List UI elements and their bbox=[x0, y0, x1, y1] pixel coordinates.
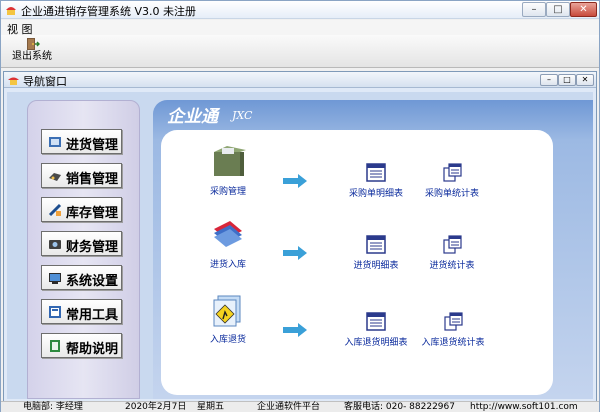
report-detail-icon bbox=[366, 235, 386, 254]
navigation-window-title: 导航窗口 bbox=[23, 75, 67, 88]
nav-inventory-button[interactable]: 库存管理 bbox=[41, 197, 122, 222]
help-icon bbox=[50, 340, 60, 352]
navigation-client-area: 进货管理 销售管理 库存管理 财务管理 系统设置 常用工具 帮助说明 企业通 J… bbox=[7, 92, 593, 399]
status-bar: 电脑部: 李经理 2020年2月7日 星期五 企业通软件平台 客服电话: 020… bbox=[1, 401, 599, 412]
nav-tools-label: 常用工具 bbox=[66, 308, 119, 323]
purchase-stats-report-item[interactable]: 采购单统计表 bbox=[419, 163, 485, 199]
toolbar: 退出系统 bbox=[1, 35, 599, 68]
maximize-button[interactable]: □ bbox=[546, 2, 570, 17]
tools-icon bbox=[49, 306, 61, 318]
report-stats-icon bbox=[443, 163, 462, 182]
child-minimize-button[interactable]: – bbox=[540, 74, 558, 86]
nav-finance-button[interactable]: 财务管理 bbox=[41, 231, 122, 256]
purchase-management-label: 采购管理 bbox=[209, 187, 246, 197]
purchase-icon bbox=[49, 137, 61, 147]
nav-help-button[interactable]: 帮助说明 bbox=[41, 333, 122, 358]
exit-system-button[interactable]: 退出系统 bbox=[9, 37, 55, 66]
purchase-management-item[interactable]: 采购管理 bbox=[193, 144, 263, 197]
window-title: 企业通进销存管理系统 V3.0 未注册 bbox=[21, 5, 197, 18]
nav-sales-button[interactable]: 销售管理 bbox=[41, 163, 122, 188]
exit-system-label: 退出系统 bbox=[12, 51, 52, 62]
return-detail-report-item[interactable]: 入库退货明细表 bbox=[337, 312, 415, 348]
app-icon bbox=[6, 7, 16, 15]
goods-receipt-item[interactable]: 进货入库 bbox=[193, 217, 263, 270]
return-stats-report-label: 入库退货统计表 bbox=[421, 338, 485, 348]
app-window: 企业通进销存管理系统 V3.0 未注册 – □ ✕ 视 图 退出系统 导航窗口 bbox=[0, 0, 600, 412]
nav-settings-label: 系统设置 bbox=[66, 274, 119, 289]
arrow-right-icon bbox=[283, 323, 307, 337]
finance-icon bbox=[49, 240, 61, 249]
arrow-right-icon bbox=[283, 174, 307, 188]
content-box: 采购管理 采购单明细表 采购单统计表 进货入库 进货明细表 进货统计表 入库退货… bbox=[161, 130, 553, 395]
return-detail-report-label: 入库退货明细表 bbox=[344, 338, 408, 348]
sales-icon bbox=[49, 173, 61, 181]
arrow-right-icon bbox=[283, 246, 307, 260]
inventory-icon bbox=[48, 203, 62, 217]
window-icon bbox=[8, 77, 19, 85]
nav-tools-button[interactable]: 常用工具 bbox=[41, 299, 122, 324]
child-close-button[interactable]: ✕ bbox=[576, 74, 594, 86]
brand-subtitle: JXC bbox=[232, 109, 253, 122]
status-date: 2020年2月7日 bbox=[125, 402, 187, 412]
nav-purchase-button[interactable]: 进货管理 bbox=[41, 129, 122, 154]
receipt-detail-report-item[interactable]: 进货明细表 bbox=[345, 235, 407, 271]
nav-sales-label: 销售管理 bbox=[66, 172, 119, 187]
nav-finance-label: 财务管理 bbox=[66, 240, 119, 255]
exit-icon bbox=[27, 38, 40, 50]
goods-receipt-icon bbox=[214, 221, 242, 247]
nav-inventory-label: 库存管理 bbox=[66, 206, 119, 221]
purchase-box-icon bbox=[214, 146, 246, 176]
report-detail-icon bbox=[366, 163, 386, 182]
minimize-button[interactable]: – bbox=[522, 2, 546, 17]
purchase-detail-report-item[interactable]: 采购单明细表 bbox=[345, 163, 407, 199]
receipt-stats-report-item[interactable]: 进货统计表 bbox=[419, 235, 485, 271]
status-weekday: 星期五 bbox=[197, 402, 225, 412]
receipt-detail-report-label: 进货明细表 bbox=[353, 261, 399, 271]
status-phone: 客服电话: 020- 88222967 bbox=[344, 402, 455, 412]
receipt-stats-report-label: 进货统计表 bbox=[429, 261, 475, 271]
navigation-window: 导航窗口 – □ ✕ 进货管理 销售管理 库存管理 财务管理 系统设置 常用工具… bbox=[3, 71, 597, 402]
title-bar: 企业通进销存管理系统 V3.0 未注册 – □ ✕ bbox=[1, 1, 599, 19]
nav-help-label: 帮助说明 bbox=[66, 342, 119, 357]
goods-receipt-label: 进货入库 bbox=[209, 260, 246, 270]
close-button[interactable]: ✕ bbox=[570, 2, 597, 17]
purchase-detail-report-label: 采购单明细表 bbox=[348, 189, 403, 199]
menu-bar: 视 图 bbox=[1, 20, 599, 36]
brand-title: 企业通 bbox=[167, 107, 218, 127]
status-platform: 企业通软件平台 bbox=[257, 402, 321, 412]
receipt-return-icon bbox=[213, 295, 241, 327]
report-detail-icon bbox=[366, 312, 386, 331]
nav-settings-button[interactable]: 系统设置 bbox=[41, 265, 122, 290]
main-panel: 企业通 JXC 采购管理 采购单明细表 采购单统计表 进货入库 进货明细表 进货… bbox=[153, 100, 593, 399]
navigation-window-titlebar: 导航窗口 – □ ✕ bbox=[4, 72, 596, 88]
return-stats-report-item[interactable]: 入库退货统计表 bbox=[413, 312, 493, 348]
nav-panel: 进货管理 销售管理 库存管理 财务管理 系统设置 常用工具 帮助说明 bbox=[27, 100, 140, 399]
report-stats-icon bbox=[443, 235, 462, 254]
status-computer: 电脑部: 李经理 bbox=[23, 402, 83, 412]
settings-icon bbox=[49, 273, 61, 284]
nav-purchase-label: 进货管理 bbox=[66, 138, 119, 153]
purchase-stats-report-label: 采购单统计表 bbox=[424, 189, 479, 199]
status-url[interactable]: http://www.soft101.com bbox=[470, 402, 578, 413]
receipt-return-item[interactable]: 入库退货 bbox=[193, 292, 263, 345]
child-maximize-button[interactable]: □ bbox=[558, 74, 576, 86]
report-stats-icon bbox=[444, 312, 463, 331]
receipt-return-label: 入库退货 bbox=[209, 335, 246, 345]
